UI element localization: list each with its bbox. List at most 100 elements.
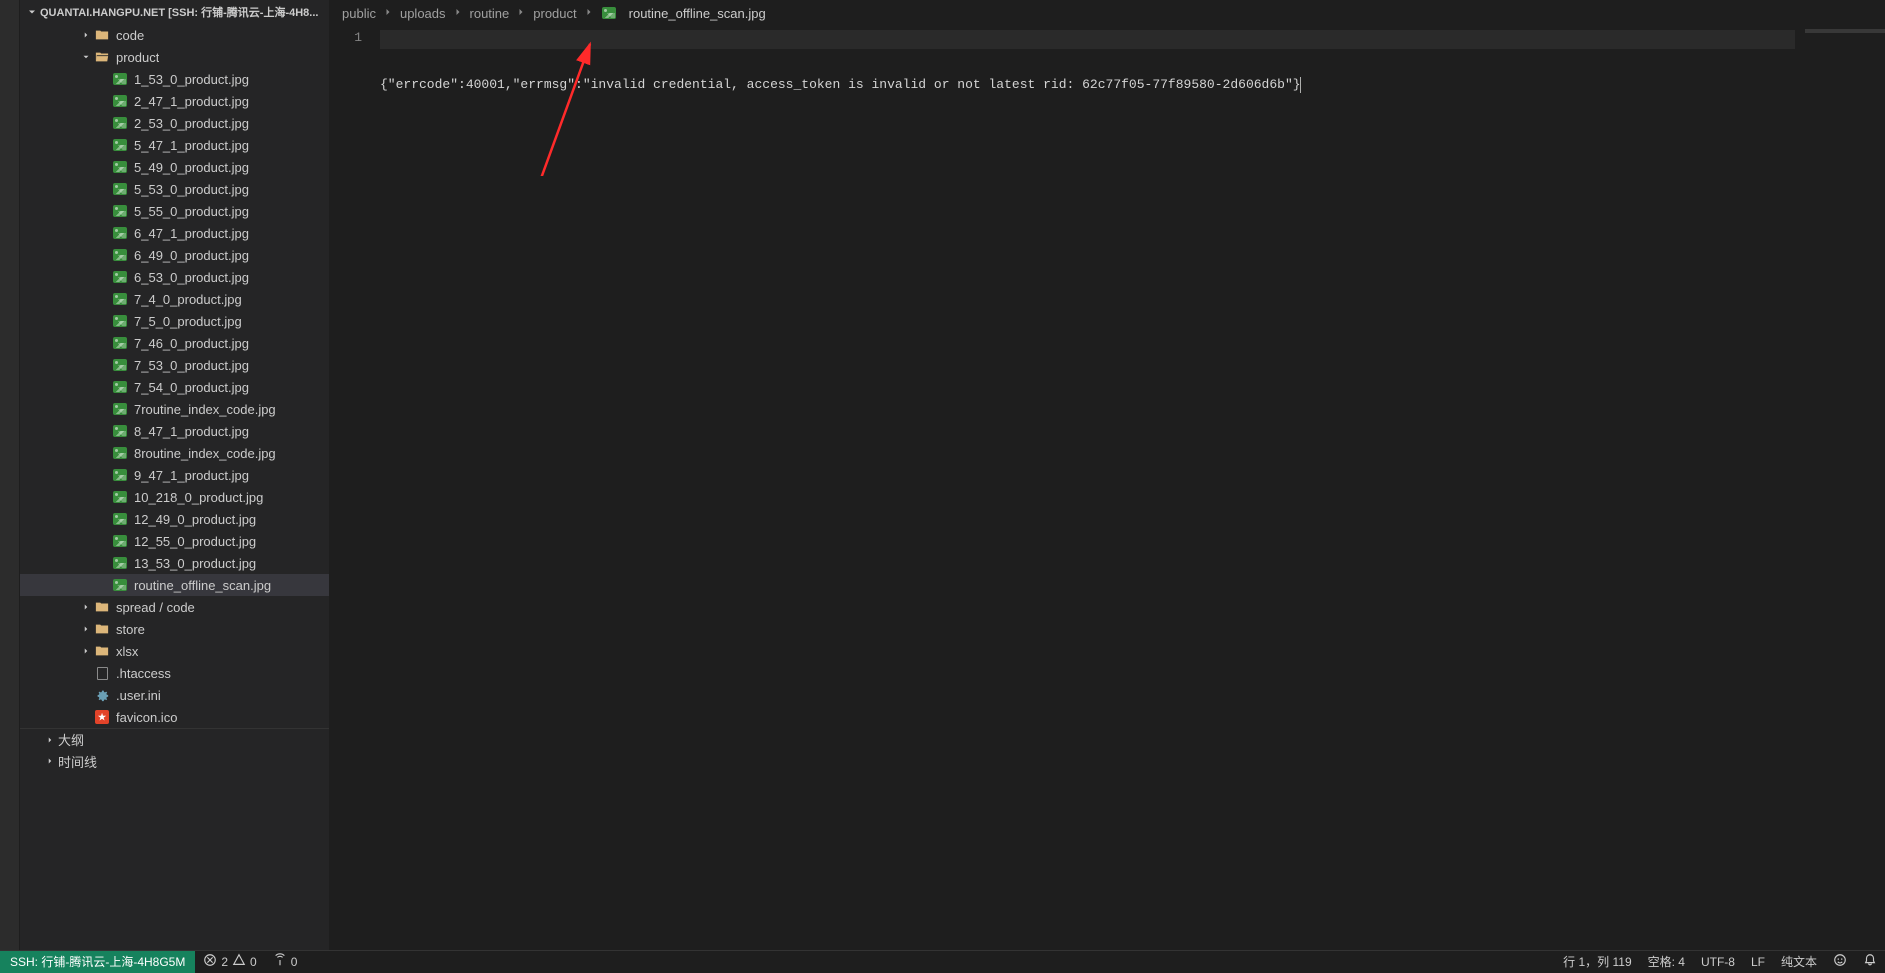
file-label: 5_49_0_product.jpg bbox=[134, 160, 249, 175]
file-item[interactable]: 5_53_0_product.jpg bbox=[20, 178, 329, 200]
section-outline[interactable]: 大纲 bbox=[20, 728, 329, 750]
image-icon bbox=[112, 291, 128, 307]
workspace-header[interactable]: QUANTAI.HANGPU.NET [SSH: 行铺-腾讯云-上海-4H8..… bbox=[20, 0, 329, 24]
folder-icon bbox=[94, 599, 110, 615]
file-item[interactable]: 7_53_0_product.jpg bbox=[20, 354, 329, 376]
status-ports[interactable]: 0 bbox=[265, 951, 306, 973]
folder-code[interactable]: code bbox=[20, 24, 329, 46]
file-label: 5_55_0_product.jpg bbox=[134, 204, 249, 219]
image-icon bbox=[112, 401, 128, 417]
image-icon bbox=[112, 511, 128, 527]
file-label: 13_53_0_product.jpg bbox=[134, 556, 256, 571]
image-icon bbox=[112, 159, 128, 175]
folder-xlsx[interactable]: xlsx bbox=[20, 640, 329, 662]
status-lang[interactable]: 纯文本 bbox=[1773, 951, 1825, 973]
file-item[interactable]: 13_53_0_product.jpg bbox=[20, 552, 329, 574]
breadcrumb-part[interactable]: public bbox=[342, 6, 376, 21]
file-item[interactable]: 5_49_0_product.jpg bbox=[20, 156, 329, 178]
file-label: 7_46_0_product.jpg bbox=[134, 336, 249, 351]
file-label: routine_offline_scan.jpg bbox=[134, 578, 271, 593]
minimap-thumb[interactable] bbox=[1805, 29, 1885, 33]
feedback-icon bbox=[1833, 953, 1847, 970]
outline-label: 大纲 bbox=[58, 730, 84, 749]
file-item[interactable]: 5_47_1_product.jpg bbox=[20, 134, 329, 156]
file-item[interactable]: 6_53_0_product.jpg bbox=[20, 266, 329, 288]
file-userini[interactable]: .user.ini bbox=[20, 684, 329, 706]
file-label: 7_54_0_product.jpg bbox=[134, 380, 249, 395]
chevron-right-icon bbox=[42, 735, 58, 745]
folder-open-icon bbox=[94, 49, 110, 65]
chevron-right-icon bbox=[42, 756, 58, 766]
code-text: {"errcode":40001,"errmsg":"invalid crede… bbox=[380, 77, 1301, 92]
image-icon bbox=[112, 577, 128, 593]
file-label: 2_47_1_product.jpg bbox=[134, 94, 249, 109]
file-label: 12_55_0_product.jpg bbox=[134, 534, 256, 549]
status-eol[interactable]: LF bbox=[1743, 951, 1773, 973]
file-label: 7_5_0_product.jpg bbox=[134, 314, 242, 329]
file-label: 6_49_0_product.jpg bbox=[134, 248, 249, 263]
line-gutter: 1 bbox=[330, 26, 380, 950]
file-item[interactable]: 12_55_0_product.jpg bbox=[20, 530, 329, 552]
status-spaces[interactable]: 空格: 4 bbox=[1640, 951, 1693, 973]
breadcrumb[interactable]: public uploads routine product routine_o… bbox=[330, 0, 1885, 26]
image-icon bbox=[112, 533, 128, 549]
file-item[interactable]: 7_5_0_product.jpg bbox=[20, 310, 329, 332]
file-item[interactable]: 7_54_0_product.jpg bbox=[20, 376, 329, 398]
file-item[interactable]: 8_47_1_product.jpg bbox=[20, 420, 329, 442]
file-item[interactable]: 10_218_0_product.jpg bbox=[20, 486, 329, 508]
file-item[interactable]: 2_53_0_product.jpg bbox=[20, 112, 329, 134]
editor-body[interactable]: 1 {"errcode":40001,"errmsg":"invalid cre… bbox=[330, 26, 1885, 950]
file-item[interactable]: 7routine_index_code.jpg bbox=[20, 398, 329, 420]
minimap[interactable] bbox=[1805, 26, 1885, 950]
folder-product[interactable]: product bbox=[20, 46, 329, 68]
folder-spread-code[interactable]: spread / code bbox=[20, 596, 329, 618]
file-label: 5_47_1_product.jpg bbox=[134, 138, 249, 153]
chevron-down-icon bbox=[78, 52, 94, 62]
file-item[interactable]: 6_49_0_product.jpg bbox=[20, 244, 329, 266]
breadcrumb-part[interactable]: product bbox=[533, 6, 576, 21]
file-item[interactable]: 5_55_0_product.jpg bbox=[20, 200, 329, 222]
file-item[interactable]: routine_offline_scan.jpg bbox=[20, 574, 329, 596]
chevron-right-icon bbox=[382, 6, 394, 21]
activity-bar[interactable] bbox=[0, 0, 20, 950]
image-icon bbox=[112, 225, 128, 241]
section-timeline[interactable]: 时间线 bbox=[20, 750, 329, 772]
image-icon bbox=[112, 269, 128, 285]
status-encoding[interactable]: UTF-8 bbox=[1693, 951, 1743, 973]
file-item[interactable]: 2_47_1_product.jpg bbox=[20, 90, 329, 112]
file-item[interactable]: 8routine_index_code.jpg bbox=[20, 442, 329, 464]
file-htaccess[interactable]: .htaccess bbox=[20, 662, 329, 684]
code-content[interactable]: {"errcode":40001,"errmsg":"invalid crede… bbox=[380, 26, 1805, 950]
file-item[interactable]: 7_46_0_product.jpg bbox=[20, 332, 329, 354]
breadcrumb-part[interactable]: routine bbox=[470, 6, 510, 21]
file-label: 8routine_index_code.jpg bbox=[134, 446, 276, 461]
current-line-highlight bbox=[380, 30, 1795, 49]
workspace-title: QUANTAI.HANGPU.NET [SSH: 行铺-腾讯云-上海-4H8..… bbox=[40, 4, 318, 20]
chevron-right-icon bbox=[452, 6, 464, 21]
status-bell[interactable] bbox=[1855, 951, 1885, 973]
breadcrumb-part[interactable]: uploads bbox=[400, 6, 446, 21]
bell-icon bbox=[1863, 953, 1877, 970]
image-icon bbox=[112, 313, 128, 329]
breadcrumb-current[interactable]: routine_offline_scan.jpg bbox=[629, 6, 766, 21]
status-remote[interactable]: SSH: 行铺-腾讯云-上海-4H8G5M bbox=[0, 951, 195, 973]
status-problems[interactable]: 2 0 bbox=[195, 951, 264, 973]
chevron-down-icon bbox=[24, 4, 40, 20]
folder-store[interactable]: store bbox=[20, 618, 329, 640]
image-icon bbox=[112, 247, 128, 263]
file-item[interactable]: 9_47_1_product.jpg bbox=[20, 464, 329, 486]
file-item[interactable]: 6_47_1_product.jpg bbox=[20, 222, 329, 244]
file-item[interactable]: 1_53_0_product.jpg bbox=[20, 68, 329, 90]
error-icon bbox=[203, 953, 217, 970]
image-icon bbox=[112, 467, 128, 483]
status-feedback[interactable] bbox=[1825, 951, 1855, 973]
file-item[interactable]: 12_49_0_product.jpg bbox=[20, 508, 329, 530]
line-number: 1 bbox=[330, 30, 362, 45]
explorer-sidebar: QUANTAI.HANGPU.NET [SSH: 行铺-腾讯云-上海-4H8..… bbox=[20, 0, 330, 950]
status-line-col[interactable]: 行 1，列 119 bbox=[1555, 951, 1639, 973]
chevron-right-icon bbox=[78, 646, 94, 656]
file-favicon[interactable]: ★ favicon.ico bbox=[20, 706, 329, 728]
image-icon bbox=[112, 137, 128, 153]
remote-label: SSH: 行铺-腾讯云-上海-4H8G5M bbox=[10, 953, 185, 970]
file-item[interactable]: 7_4_0_product.jpg bbox=[20, 288, 329, 310]
